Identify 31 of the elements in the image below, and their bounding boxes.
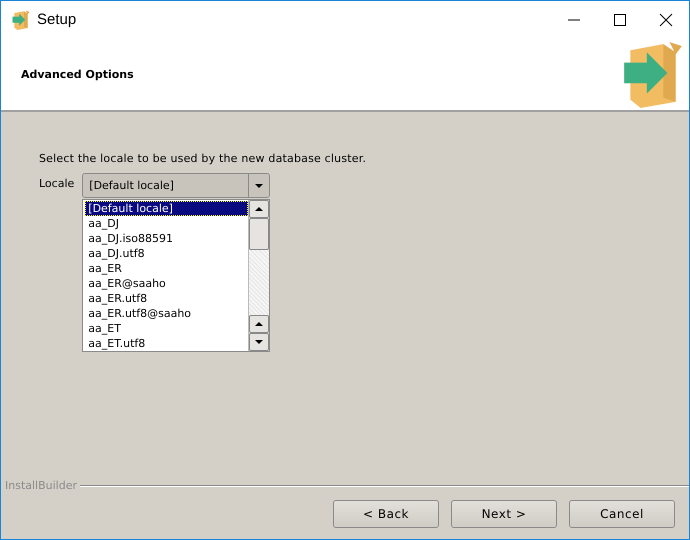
scroll-down-button[interactable] [249, 333, 270, 351]
locale-option[interactable]: aa_DJ.utf8 [85, 246, 248, 261]
minimize-icon [567, 18, 581, 20]
up-arrow-icon [254, 204, 264, 214]
scroll-up-button[interactable] [249, 315, 270, 333]
close-icon [659, 12, 673, 26]
down-arrow-icon [254, 337, 264, 347]
locale-option[interactable]: aa_ET.utf8 [85, 336, 248, 351]
locale-option[interactable]: aa_ER.utf8 [85, 291, 248, 306]
locale-dropdown[interactable]: [Default locale] [82, 173, 270, 198]
window-title: Setup [37, 11, 78, 28]
wizard-button[interactable]: < Back [333, 500, 439, 528]
locale-option[interactable]: aa_DJ [85, 216, 248, 231]
locale-option[interactable]: [Default locale] [85, 201, 248, 216]
locale-option[interactable]: aa_ER [85, 261, 248, 276]
locale-option[interactable]: aa_ET [85, 321, 248, 336]
wizard-button[interactable]: Cancel [569, 500, 675, 528]
wizard-button[interactable]: Next > [451, 500, 557, 528]
scrollbar-thumb[interactable] [249, 218, 270, 250]
locale-option[interactable]: aa_ER.utf8@saaho [85, 306, 248, 321]
box-arrow-icon [11, 10, 31, 30]
brand-label: InstallBuilder [5, 479, 78, 492]
locale-option[interactable]: aa_ER@saaho [85, 276, 248, 291]
locale-option[interactable]: aa_DJ.iso88591 [85, 231, 248, 246]
page-title: Advanced Options [21, 68, 134, 80]
maximize-icon [613, 12, 627, 26]
locale-label: Locale [39, 176, 74, 192]
up-arrow-icon [254, 319, 264, 329]
instruction-text: Select the locale to be used by the new database cluster. [39, 152, 368, 165]
box-arrow-icon [621, 40, 685, 108]
scroll-up-button[interactable] [249, 200, 270, 218]
